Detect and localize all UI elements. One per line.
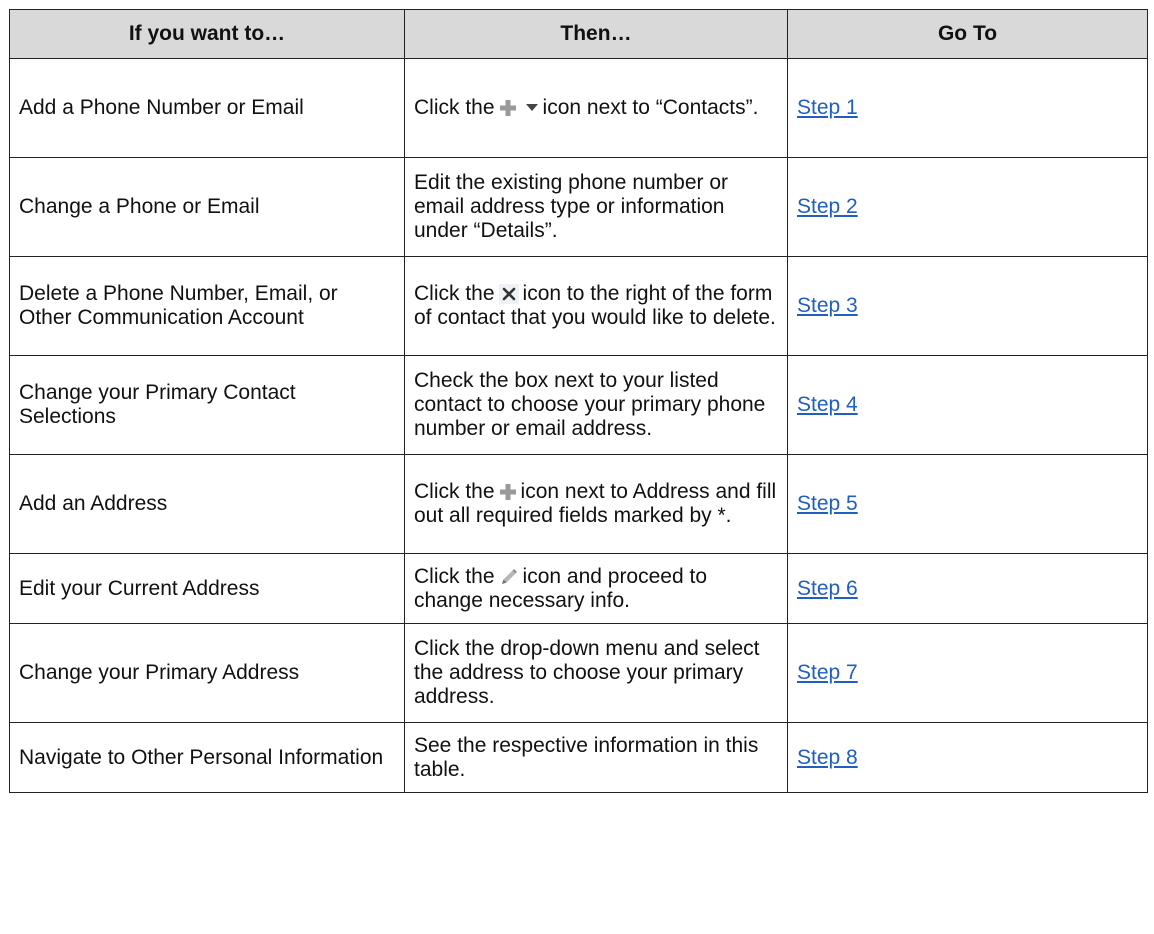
pencil-icon <box>499 567 519 587</box>
task-cell: Edit your Current Address <box>9 553 405 624</box>
task-cell: Add an Address <box>9 454 405 554</box>
instruction-text: Click the <box>414 96 495 119</box>
step-5-link[interactable]: Step 5 <box>797 492 858 515</box>
instruction-cell: See the respective information in this t… <box>404 722 788 793</box>
step-7-link[interactable]: Step 7 <box>797 661 858 684</box>
instruction-text: Click the <box>414 282 495 305</box>
table-row: Edit your Current Address Click the icon … <box>9 553 1148 624</box>
go-to-cell: Step 5 <box>787 454 1148 554</box>
step-2-link[interactable]: Step 2 <box>797 195 858 218</box>
step-4-link[interactable]: Step 4 <box>797 393 858 416</box>
instruction-cell: Click the icon to the right of the form o… <box>404 256 788 356</box>
go-to-cell: Step 4 <box>787 355 1148 455</box>
header-row: If you want to… Then… Go To <box>9 9 1148 59</box>
task-cell: Change your Primary Contact Selections <box>9 355 405 455</box>
table-row: Change your Primary Contact Selections C… <box>9 355 1148 455</box>
go-to-cell: Step 1 <box>787 58 1148 158</box>
go-to-cell: Step 3 <box>787 256 1148 356</box>
task-cell: Change a Phone or Email <box>9 157 405 257</box>
table-row: Change a Phone or Email Edit the existin… <box>9 157 1148 257</box>
task-cell: Navigate to Other Personal Information <box>9 722 405 793</box>
instruction-text: Click the <box>414 564 495 588</box>
go-to-cell: Step 8 <box>787 722 1148 793</box>
instruction-cell: Check the box next to your listed contac… <box>404 355 788 455</box>
table-row: Change your Primary Address Click the dr… <box>9 623 1148 723</box>
header-if-you-want-to: If you want to… <box>9 9 405 59</box>
plus-icon <box>499 483 517 501</box>
table-row: Delete a Phone Number, Email, or Other C… <box>9 256 1148 356</box>
instruction-cell: Click the drop-down menu and select the … <box>404 623 788 723</box>
instructions-table: If you want to… Then… Go To Add a Phone … <box>9 9 1148 793</box>
instruction-cell: Click the icon next to “Contacts”. <box>404 58 788 158</box>
go-to-cell: Step 6 <box>787 553 1148 624</box>
step-1-link[interactable]: Step 1 <box>797 96 858 119</box>
header-go-to: Go To <box>787 9 1148 59</box>
step-6-link[interactable]: Step 6 <box>797 577 858 600</box>
dropdown-arrow-icon <box>525 103 539 113</box>
plus-icon <box>499 99 517 117</box>
close-x-icon <box>498 284 519 305</box>
go-to-cell: Step 7 <box>787 623 1148 723</box>
table-row: Navigate to Other Personal Information S… <box>9 722 1148 793</box>
instruction-text: icon next to “Contacts”. <box>542 96 759 119</box>
step-3-link[interactable]: Step 3 <box>797 294 858 317</box>
instruction-text: Click the <box>414 480 495 503</box>
instruction-cell: Click the icon and proceed to change nece… <box>404 553 788 624</box>
instruction-cell: Edit the existing phone number or email … <box>404 157 788 257</box>
go-to-cell: Step 2 <box>787 157 1148 257</box>
table-row: Add a Phone Number or Email Click the ico… <box>9 58 1148 158</box>
table-row: Add an Address Click the icon next to Add… <box>9 454 1148 554</box>
task-cell: Change your Primary Address <box>9 623 405 723</box>
instruction-cell: Click the icon next to Address and fill o… <box>404 454 788 554</box>
task-cell: Delete a Phone Number, Email, or Other C… <box>9 256 405 356</box>
task-cell: Add a Phone Number or Email <box>9 58 405 158</box>
header-then: Then… <box>404 9 788 59</box>
step-8-link[interactable]: Step 8 <box>797 746 858 769</box>
